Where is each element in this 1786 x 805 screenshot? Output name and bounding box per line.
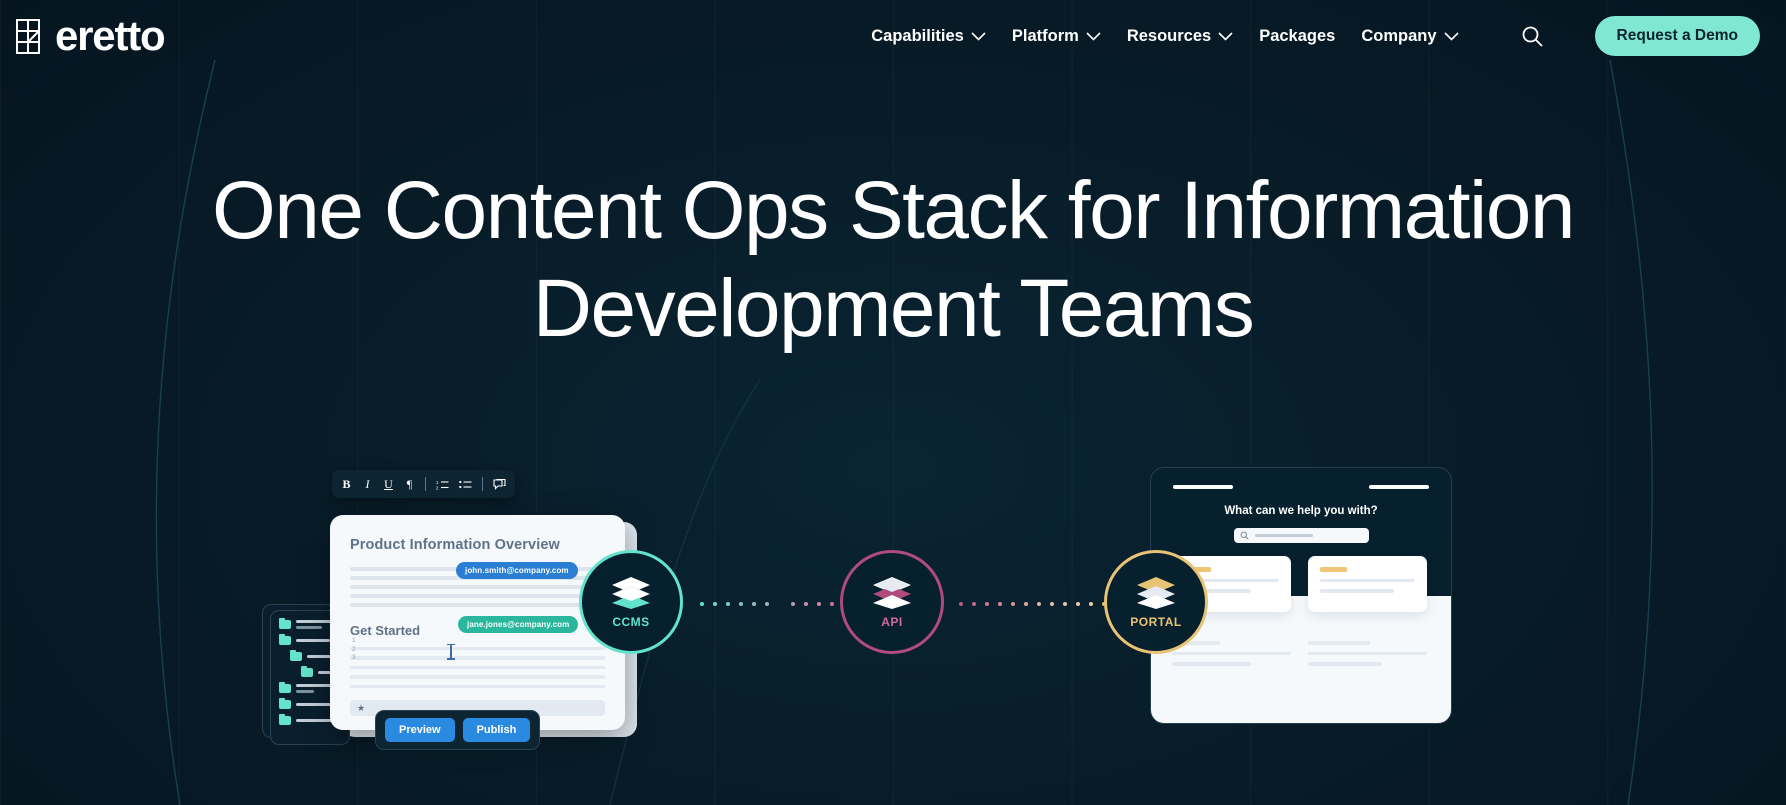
folder-icon [279, 681, 291, 693]
nav-item-packages[interactable]: Packages [1259, 27, 1335, 46]
nav-item-capabilities[interactable]: Capabilities [871, 27, 986, 46]
underline-icon[interactable]: U [383, 478, 394, 490]
hero-illustration: Product Information Overview Get Started [0, 467, 1786, 805]
document-body [350, 643, 605, 688]
portal-logo-bar [1173, 485, 1233, 489]
portal-search-input[interactable] [1233, 528, 1369, 543]
layers-icon [1137, 576, 1175, 609]
folder-icon [279, 713, 291, 725]
bold-icon[interactable]: B [341, 478, 352, 490]
node-label-api: API [881, 614, 903, 629]
file-tree-sublabel [296, 689, 314, 693]
preview-button[interactable]: Preview [385, 718, 455, 742]
nav-label: Packages [1259, 26, 1336, 45]
portal-card-title [1320, 567, 1347, 572]
folder-icon [290, 649, 302, 661]
logo[interactable]: eretto [14, 12, 166, 59]
file-tree-sublabel [296, 625, 322, 629]
folder-icon [279, 697, 291, 709]
nav-item-platform[interactable]: Platform [1012, 27, 1101, 46]
text-caret [447, 643, 454, 660]
hero-section: One Content Ops Stack for Information De… [0, 170, 1786, 350]
svg-text:2: 2 [436, 485, 439, 490]
node-ccms[interactable]: CCMS [579, 550, 683, 654]
chevron-down-icon [1086, 31, 1101, 41]
numbered-list-icon[interactable]: 1 2 [436, 479, 449, 490]
document-title: Product Information Overview [350, 537, 560, 553]
main-navigation: Capabilities Platform Resources Packages [871, 16, 1760, 56]
comment-icon[interactable] [493, 478, 506, 490]
search-icon [1522, 26, 1543, 47]
page-root: eretto Capabilities Platform Resources P… [0, 0, 1786, 805]
layers-icon [612, 576, 650, 609]
search-icon [1240, 531, 1249, 540]
folder-icon [279, 617, 291, 629]
node-label-portal: PORTAL [1130, 614, 1182, 629]
logo-wordmark: eretto [55, 12, 166, 59]
heretto-grid-logo-icon [16, 19, 40, 54]
comment-chip-jane[interactable]: jane.jones@company.com [458, 616, 579, 633]
editor-toolbar: B I U ¶ 1 2 [332, 470, 515, 498]
page-title: One Content Ops Stack for Information De… [0, 170, 1786, 350]
nav-label: Capabilities [871, 26, 964, 45]
connector-dots-api-portal [959, 602, 1106, 606]
nav-item-resources[interactable]: Resources [1127, 27, 1233, 46]
svg-text:1: 1 [436, 480, 439, 485]
nav-label: Company [1361, 26, 1437, 45]
hero-line-1: One Content Ops Stack for Information [212, 165, 1575, 256]
bullet-list-icon[interactable] [459, 479, 472, 490]
node-label-ccms: CCMS [612, 614, 650, 629]
toolbar-divider [425, 477, 426, 491]
nav-label: Resources [1126, 26, 1212, 45]
nav-label: Platform [1011, 26, 1079, 45]
node-portal[interactable]: PORTAL [1104, 550, 1208, 654]
chevron-down-icon [971, 31, 986, 41]
portal-question: What can we help you with? [1224, 505, 1378, 517]
portal-nav-bar [1369, 485, 1429, 489]
connector-dots-ccms-api [700, 602, 847, 606]
request-demo-button[interactable]: Request a Demo [1594, 16, 1760, 56]
publish-button[interactable]: Publish [462, 718, 531, 742]
layers-icon [873, 576, 911, 609]
chevron-down-icon [1218, 31, 1233, 41]
star-icon: ★ [357, 702, 366, 713]
portal-top-bars [1151, 468, 1451, 489]
folder-icon [279, 633, 291, 645]
ordered-list-numbers: 1 2 3 [352, 637, 356, 661]
toolbar-divider [482, 477, 483, 491]
node-api[interactable]: API [840, 550, 944, 654]
chevron-down-icon [1443, 31, 1459, 41]
portal-search-placeholder [1254, 534, 1313, 537]
hero-line-2: Development Teams [532, 263, 1255, 354]
portal-text-block [1308, 634, 1427, 666]
portal-card[interactable] [1308, 556, 1427, 612]
nav-item-company[interactable]: Company [1361, 26, 1459, 46]
italic-icon[interactable]: I [362, 478, 373, 490]
site-header: eretto Capabilities Platform Resources P… [0, 0, 1786, 72]
comment-chip-john[interactable]: john.smith@company.com [456, 562, 578, 579]
publish-actions-bar: Preview Publish [375, 710, 541, 750]
search-button[interactable] [1517, 21, 1547, 51]
folder-icon [301, 665, 313, 677]
paragraph-icon[interactable]: ¶ [404, 478, 415, 490]
